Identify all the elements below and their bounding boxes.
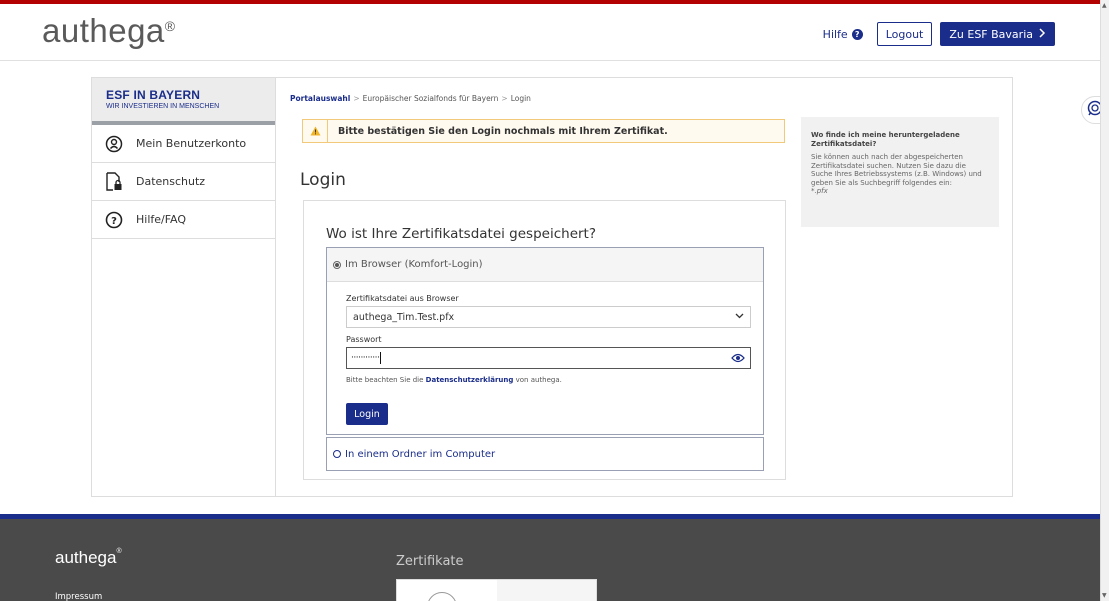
breadcrumb-login: Login xyxy=(510,94,531,103)
certificate-location-question: Wo ist Ihre Zertifikatsdatei gespeichert… xyxy=(326,226,597,242)
esf-bayern-logo: ESF IN BAYERN WIR INVESTIEREN IN MENSCHE… xyxy=(92,78,275,125)
warning-alert: Bitte bestätigen Sie den Login nochmals … xyxy=(302,119,785,143)
scroll-up-icon[interactable]: ▲ xyxy=(1102,2,1107,9)
sidebar-item-hilfe-faq[interactable]: ? Hilfe/FAQ xyxy=(92,201,275,239)
breadcrumb-esf[interactable]: Europäischer Sozialfonds für Bayern xyxy=(363,94,499,103)
hilfe-link[interactable]: Hilfe ? xyxy=(823,28,863,41)
cert-file-select[interactable]: authega_Tim.Test.pfx xyxy=(346,306,751,328)
sidebar-item-label: Hilfe/FAQ xyxy=(136,213,187,226)
breadcrumb-portalauswahl[interactable]: Portalauswahl xyxy=(290,94,350,103)
search-term: *.pfx xyxy=(811,187,828,195)
scroll-down-icon[interactable]: ▼ xyxy=(1102,592,1107,599)
esf-bavaria-label: Zu ESF Bavaria xyxy=(949,27,1033,41)
privacy-note: Bitte beachten Sie die Datenschutzerklär… xyxy=(346,376,562,384)
login-card: Wo ist Ihre Zertifikatsdatei gespeichert… xyxy=(303,200,786,480)
option-browser[interactable]: Im Browser (Komfort-Login) xyxy=(327,248,763,282)
sidebar: ESF IN BAYERN WIR INVESTIEREN IN MENSCHE… xyxy=(92,78,276,496)
certificate-image[interactable] xyxy=(396,579,597,601)
content-container: ESF IN BAYERN WIR INVESTIEREN IN MENSCHE… xyxy=(91,77,1013,497)
footer-logo: authega® xyxy=(55,548,122,567)
cert-file-label: Zertifikatsdatei aus Browser xyxy=(346,294,459,303)
breadcrumb-separator: > xyxy=(353,94,360,103)
sidebar-item-datenschutz[interactable]: Datenschutz xyxy=(92,163,275,201)
breadcrumb-separator: > xyxy=(501,94,508,103)
browser-login-panel: Im Browser (Komfort-Login) Zertifikatsda… xyxy=(326,247,764,435)
sidebar-item-label: Mein Benutzerkonto xyxy=(136,137,247,150)
header: authega® Hilfe ? Logout Zu ESF Bavaria xyxy=(0,4,1100,61)
eye-icon[interactable] xyxy=(731,352,745,367)
impressum-link[interactable]: Impressum xyxy=(55,592,102,601)
breadcrumb: Portalauswahl > Europäischer Sozialfonds f… xyxy=(290,94,531,103)
certificate-image-right xyxy=(497,580,596,601)
authega-logo[interactable]: authega® xyxy=(42,12,176,50)
password-mask: ············ xyxy=(351,353,380,363)
chevron-down-icon xyxy=(735,311,744,323)
option-folder-label: In einem Ordner im Computer xyxy=(345,448,496,460)
cert-file-value: authega_Tim.Test.pfx xyxy=(353,311,455,323)
radio-folder[interactable] xyxy=(333,450,341,458)
chevron-right-icon xyxy=(1039,27,1046,41)
password-input[interactable]: ············ xyxy=(346,347,751,369)
svg-text:?: ? xyxy=(111,216,117,227)
header-actions: Hilfe ? Logout Zu ESF Bavaria xyxy=(823,22,1055,46)
user-circle-icon xyxy=(104,134,124,154)
text-caret xyxy=(380,352,382,364)
page-scrollbar[interactable]: ▲ ▼ xyxy=(1100,0,1109,601)
esf-bavaria-button[interactable]: Zu ESF Bavaria xyxy=(940,22,1055,46)
sidebar-item-benutzerkonto[interactable]: Mein Benutzerkonto xyxy=(92,125,275,163)
footer: authega® Impressum Zertifikate xyxy=(0,514,1100,601)
hilfe-label: Hilfe xyxy=(822,27,848,41)
warning-icon xyxy=(303,120,328,142)
certificates-heading: Zertifikate xyxy=(396,554,464,569)
option-folder[interactable]: In einem Ordner im Computer xyxy=(326,437,764,471)
privacy-policy-link[interactable]: Datenschutzerklärung xyxy=(426,376,514,384)
help-icon: ? xyxy=(851,28,863,40)
question-circle-icon: ? xyxy=(104,210,124,230)
info-title: Wo finde ich meine heruntergeladene Zert… xyxy=(811,131,960,148)
alert-message: Bitte bestätigen Sie den Login nochmals … xyxy=(338,125,668,137)
page-title: Login xyxy=(300,170,346,190)
certificate-seal-icon xyxy=(427,592,457,601)
login-button[interactable]: Login xyxy=(346,403,388,425)
sidebar-item-label: Datenschutz xyxy=(136,175,206,188)
option-browser-label: Im Browser (Komfort-Login) xyxy=(345,259,483,270)
radio-browser[interactable] xyxy=(333,260,341,269)
document-lock-icon xyxy=(104,171,124,192)
info-box: Wo finde ich meine heruntergeladene Zert… xyxy=(801,117,999,227)
logout-button[interactable]: Logout xyxy=(876,22,933,46)
password-label: Passwort xyxy=(346,335,382,344)
info-body: Sie können auch nach der abgespeicherten… xyxy=(811,153,982,195)
